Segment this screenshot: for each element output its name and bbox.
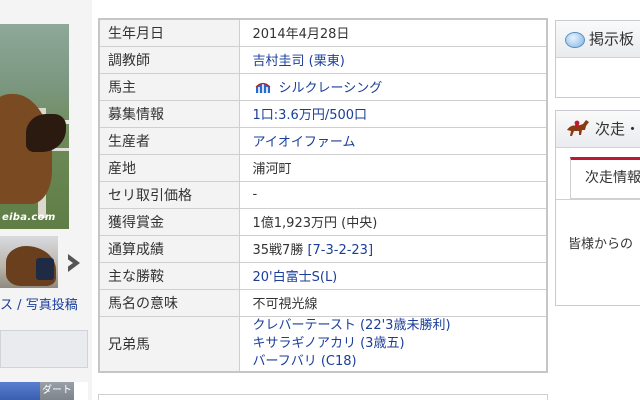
tab-underline (556, 199, 640, 200)
label-birthdate: 生年月日 (98, 18, 240, 47)
photo-post-link[interactable]: 写真投稿 (26, 298, 78, 313)
label-earnings: 獲得賞金 (98, 207, 240, 236)
value-auction-price: - (238, 180, 548, 209)
board-box: 掲示板 (555, 20, 640, 98)
value-trainer: 吉村圭司 (栗東) (238, 45, 548, 74)
board-title: 掲示板 (589, 30, 635, 48)
photo-links: ス / 写真投稿 (0, 294, 78, 313)
tab-turf[interactable] (0, 382, 40, 400)
label-trainer: 調教師 (98, 45, 240, 74)
photo-thumbnail[interactable] (0, 236, 58, 288)
photo-watermark: eiba.com (2, 212, 56, 223)
row-auction-price: セリ取引価格 - (98, 180, 548, 209)
row-offering: 募集情報 1口:3.6万円/500口 (98, 99, 548, 128)
value-record: 35戦7勝 [7-3-2-23] (238, 234, 548, 263)
value-name-meaning: 不可視光線 (238, 288, 548, 317)
value-birthdate: 2014年4月28日 (238, 18, 548, 47)
board-header[interactable]: 掲示板 (556, 21, 640, 58)
row-breeder: 生産者 アイオイファーム (98, 126, 548, 155)
value-offering: 1口:3.6万円/500口 (238, 99, 548, 128)
row-earnings: 獲得賞金 1億1,923万円 (中央) (98, 207, 548, 236)
horse-profile-table: 生年月日 2014年4月28日 調教師 吉村圭司 (栗東) 馬主 シルクレーシン… (98, 18, 548, 373)
value-birthplace: 浦河町 (238, 153, 548, 182)
owner-silks-icon (255, 82, 270, 93)
value-owner: シルクレーシング (238, 72, 548, 101)
next-photo-arrow-inner (66, 258, 73, 268)
label-offering: 募集情報 (98, 99, 240, 128)
row-trainer: 調教師 吉村圭司 (栗東) (98, 45, 548, 74)
value-breeder: アイオイファーム (238, 126, 548, 155)
horse-photo[interactable]: eiba.com (0, 24, 69, 229)
label-breeder: 生産者 (98, 126, 240, 155)
record-detail-link[interactable]: [7-3-2-23] (307, 243, 373, 258)
thumbnail-jockey (36, 258, 54, 280)
record-summary: 35戦7勝 (252, 243, 308, 258)
next-race-title: 次走・ (595, 120, 640, 138)
value-earnings: 1億1,923万円 (中央) (238, 207, 548, 236)
row-owner: 馬主 シルクレーシング (98, 72, 548, 101)
row-major-win: 主な勝鞍 20'白富士S(L) (98, 261, 548, 290)
tab-next-race-info[interactable]: 次走情報 (570, 157, 640, 199)
next-section-edge (98, 394, 548, 400)
left-panel-box (0, 330, 88, 368)
row-birthdate: 生年月日 2014年4月28日 (98, 18, 548, 47)
racehorse-icon (567, 120, 589, 136)
sibling-link[interactable]: キサラギノアカリ (3歳五) (253, 336, 405, 351)
row-siblings: 兄弟馬 クレバーテースト (22'3歳未勝利) キサラギノアカリ (3歳五) バ… (98, 315, 548, 373)
sibling-link[interactable]: バーフバリ (C18) (253, 354, 357, 369)
label-owner: 馬主 (98, 72, 240, 101)
speech-bubble-icon (565, 32, 585, 48)
row-birthplace: 産地 浦河町 (98, 153, 548, 182)
label-siblings: 兄弟馬 (98, 315, 240, 373)
next-race-box: 次走・ 次走情報 皆様からの (555, 110, 640, 306)
trainer-link[interactable]: 吉村圭司 (栗東) (253, 54, 345, 69)
label-name-meaning: 馬名の意味 (98, 288, 240, 317)
photo-list-link[interactable]: ス (0, 298, 13, 313)
value-siblings: クレバーテースト (22'3歳未勝利) キサラギノアカリ (3歳五) バーフバリ… (238, 315, 548, 373)
value-major-win: 20'白富士S(L) (238, 261, 548, 290)
offering-link[interactable]: 1口:3.6万円/500口 (253, 108, 368, 123)
next-race-header: 次走・ (556, 111, 640, 148)
row-name-meaning: 馬名の意味 不可視光線 (98, 288, 548, 317)
label-birthplace: 産地 (98, 153, 240, 182)
sibling-link[interactable]: クレバーテースト (22'3歳未勝利) (253, 318, 451, 333)
photo-links-separator: / (17, 298, 22, 313)
row-record: 通算成績 35戦7勝 [7-3-2-23] (98, 234, 548, 263)
label-record: 通算成績 (98, 234, 240, 263)
major-win-link[interactable]: 20'白富士S(L) (253, 270, 338, 285)
photo-horse-mane (26, 114, 66, 152)
label-auction-price: セリ取引価格 (98, 180, 240, 209)
community-message: 皆様からの (568, 237, 634, 252)
owner-link[interactable]: シルクレーシング (279, 81, 383, 96)
breeder-link[interactable]: アイオイファーム (253, 135, 356, 150)
label-major-win: 主な勝鞍 (98, 261, 240, 290)
tab-dirt[interactable]: ダート (40, 382, 74, 400)
